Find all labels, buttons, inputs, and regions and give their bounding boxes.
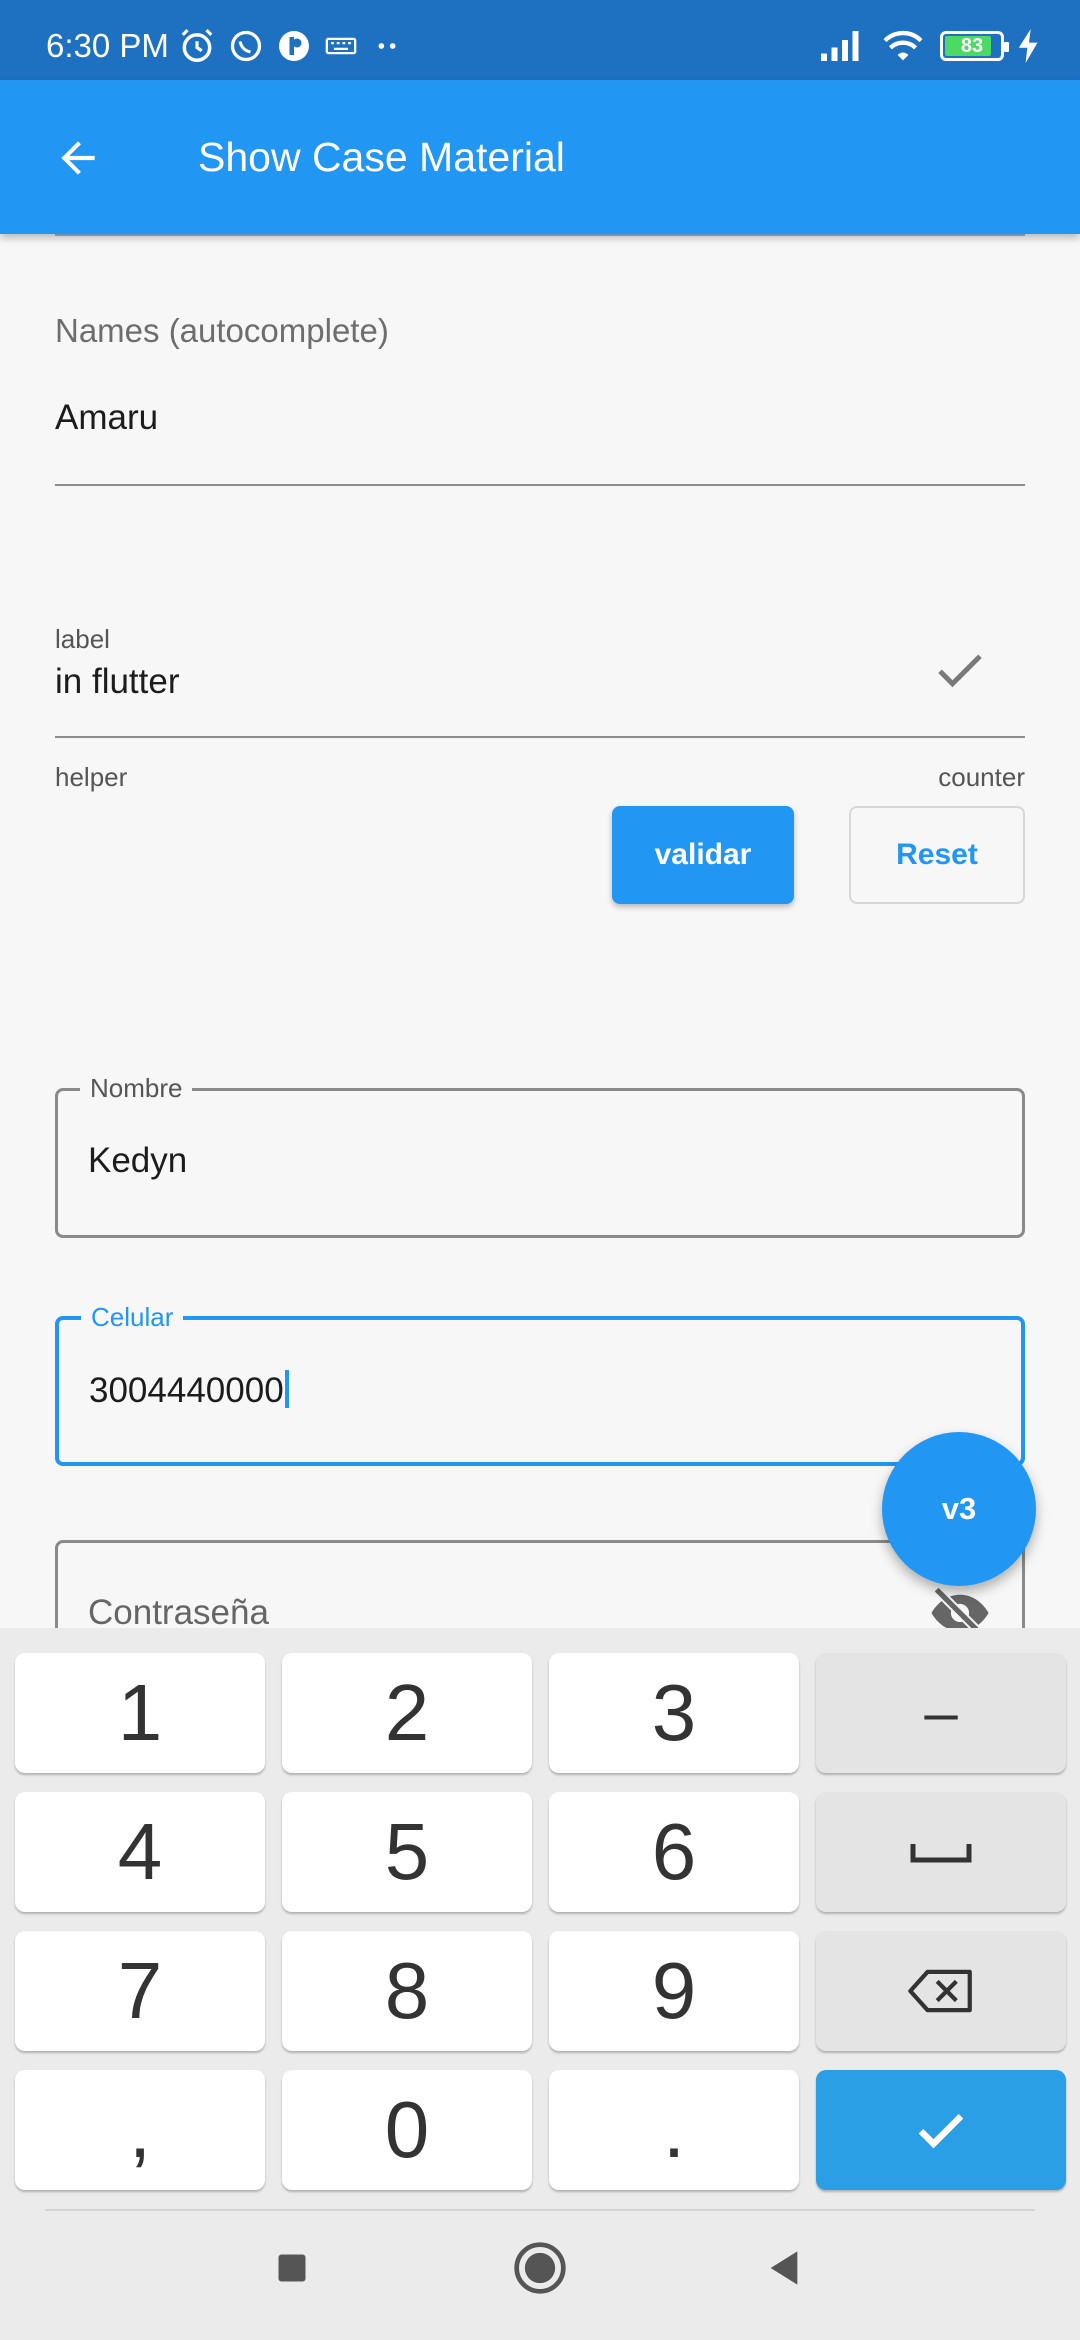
names-autocomplete-underline [55,484,1025,486]
key-7-label: 7 [117,1946,163,2035]
helper-text: helper [55,762,128,792]
eye-off-icon[interactable] [928,1587,992,1628]
form-scroll-area[interactable]: Names (autocomplete) Amaru label in flut… [0,234,1080,1628]
charging-icon [1018,29,1038,63]
celular-label: Celular [81,1302,184,1332]
key-9-label: 9 [651,1946,697,2035]
back-button[interactable] [46,122,110,194]
status-time: 6:30 PM [46,27,169,64]
keyboard-icon [325,37,357,55]
check-icon [938,654,982,688]
key-5[interactable]: 5 [282,1792,532,1912]
counter-text: counter [938,762,1025,792]
signal-icon [821,31,859,61]
key-done[interactable] [816,2070,1066,2190]
flutter-field-label: label [55,624,110,654]
key-1-label: 1 [117,1668,163,1757]
key-0[interactable]: 0 [282,2070,532,2190]
nombre-label: Nombre [80,1073,193,1103]
key-period-label: . [662,2085,686,2174]
recents-icon [278,2254,306,2282]
key-0-label: 0 [384,2085,430,2174]
key-6-label: 6 [651,1807,697,1896]
numeric-keyboard: 1 2 3 – 4 5 6 7 8 9 , 0 . [0,1628,1080,2340]
key-6[interactable]: 6 [549,1792,799,1912]
password-field[interactable]: Contraseña [55,1540,1025,1628]
key-4-label: 4 [117,1807,163,1896]
key-2[interactable]: 2 [282,1653,532,1773]
key-2-label: 2 [384,1668,430,1757]
whatsapp-icon [230,30,262,62]
key-comma-label: , [128,2085,152,2174]
triangle-back-icon [770,2251,798,2285]
key-period[interactable]: . [549,2070,799,2190]
status-notification-icons [178,26,404,66]
more-notifications-icon [378,43,396,49]
app-bar: Show Case Material [0,80,1080,234]
back-nav-button[interactable] [752,2236,816,2300]
page-title: Show Case Material [198,134,565,180]
celular-input[interactable]: 3004440000 [89,1370,289,1411]
app-notification-icon [279,31,309,61]
home-button[interactable] [508,2236,572,2300]
key-space[interactable] [816,1792,1066,1912]
key-1[interactable]: 1 [15,1653,265,1773]
key-4[interactable]: 4 [15,1792,265,1912]
nombre-input[interactable]: Kedyn [88,1141,187,1181]
flutter-field-input[interactable]: in flutter [55,662,180,702]
key-3[interactable]: 3 [549,1653,799,1773]
space-icon [910,1844,972,1863]
battery-icon: 83 [940,31,1009,61]
flutter-field-underline [55,736,1025,738]
status-bar: 6:30 PM 83 [0,0,1080,80]
text-cursor [284,1370,289,1408]
password-placeholder: Contraseña [88,1593,269,1628]
wifi-icon [883,30,923,61]
key-minus-label: – [924,1679,958,1746]
key-8-label: 8 [384,1946,430,2035]
recents-button[interactable] [260,2236,324,2300]
nombre-field[interactable]: Nombre Kedyn [55,1073,1025,1238]
celular-field[interactable]: Celular 3004440000 [55,1302,1025,1466]
key-minus[interactable]: – [816,1653,1066,1773]
key-9[interactable]: 9 [549,1931,799,2051]
key-comma[interactable]: , [15,2070,265,2190]
arrow-back-icon [61,141,95,175]
keyboard-divider [45,2209,1035,2211]
key-backspace[interactable] [816,1931,1066,2051]
celular-value: 3004440000 [89,1371,284,1410]
names-autocomplete-input[interactable]: Amaru [55,398,158,438]
key-3-label: 3 [651,1668,697,1757]
check-icon [918,2113,964,2149]
alarm-icon [181,29,213,62]
previous-field-underline [55,234,1025,236]
backspace-icon [908,1969,972,2013]
validar-button[interactable]: validar [612,806,794,904]
version-fab[interactable]: v3 [882,1432,1036,1586]
key-5-label: 5 [384,1807,430,1896]
status-system-icons: 83 [818,26,1040,66]
reset-button[interactable]: Reset [849,806,1025,904]
names-autocomplete-label: Names (autocomplete) [55,312,389,349]
key-8[interactable]: 8 [282,1931,532,2051]
key-7[interactable]: 7 [15,1931,265,2051]
battery-level: 83 [960,34,984,57]
home-icon [514,2242,566,2294]
